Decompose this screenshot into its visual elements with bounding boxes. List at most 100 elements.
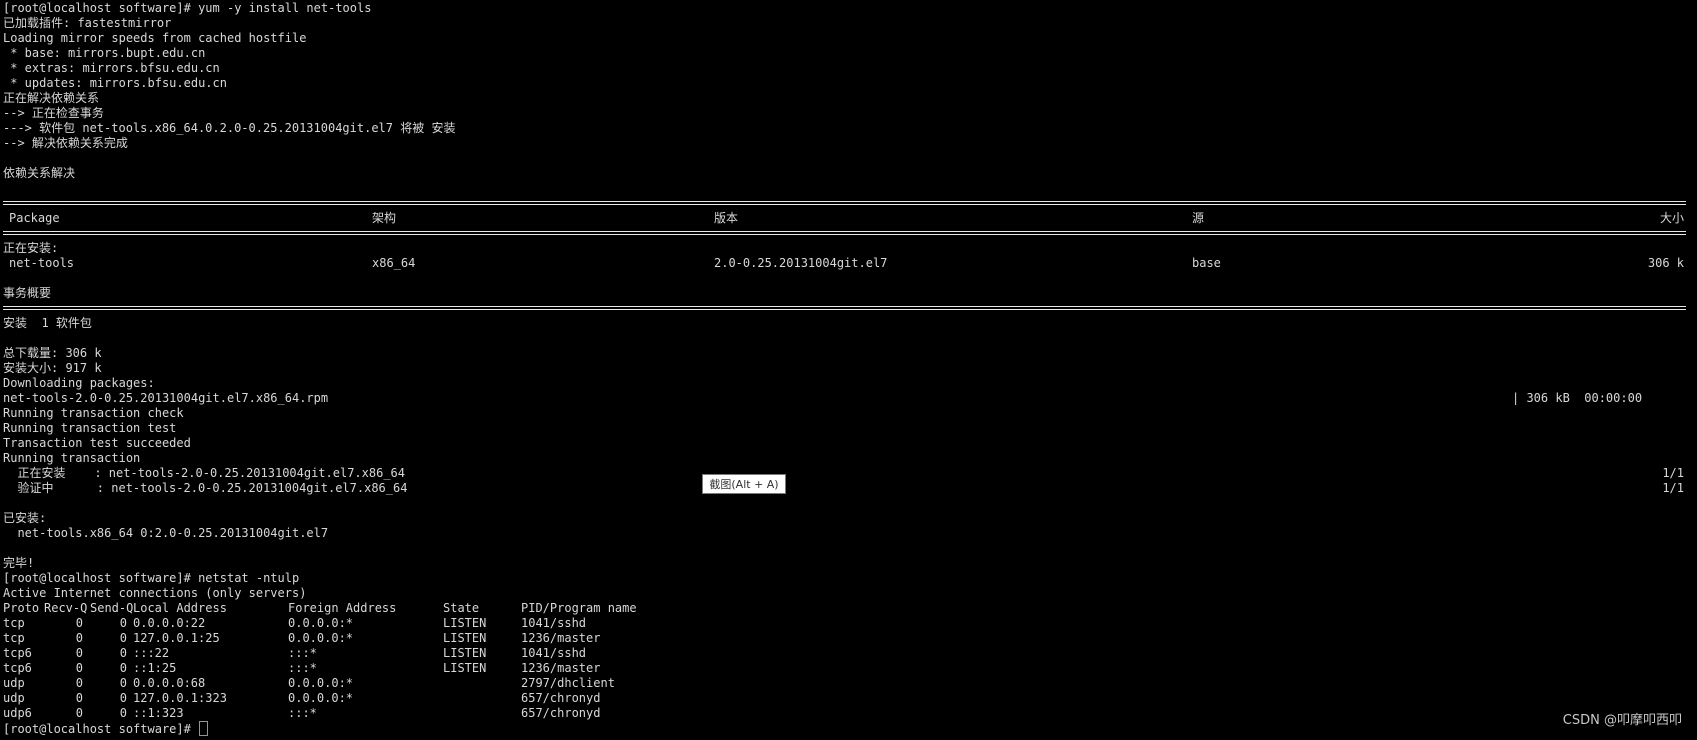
netstat-cell-local: 0.0.0.0:22 [133,616,206,630]
netstat-cell-foreign: :::* [288,661,317,675]
netstat-cell-proto: tcp [3,616,25,630]
terminal-line: Transaction test succeeded [3,436,191,450]
row-size: 306 k [1647,256,1684,270]
netstat-row: udp 0 0 127.0.0.1:323 0.0.0.0:* 657/chronyd [3,691,1694,706]
terminal-line: 总下载量: 306 k [3,346,102,360]
terminal-window[interactable]: [root@localhost software]# yum -y instal… [3,1,1694,736]
netstat-cell-foreign: :::* [288,706,317,720]
terminal-line: * extras: mirrors.bfsu.edu.cn [3,61,220,75]
terminal-line: net-tools.x86_64 0:2.0-0.25.20131004git.… [3,526,329,540]
terminal-line: Running transaction check [3,406,184,420]
netstat-row: udp6 0 0::1:323:::* 657/chronyd [3,706,1694,721]
header-version: 版本 [714,211,739,225]
netstat-col-sendq: Send-Q [90,601,134,615]
netstat-col-state: State [443,601,480,615]
terminal-line: Running transaction [3,451,141,465]
netstat-col-foreign: Foreign Address [288,601,397,615]
netstat-row: tcp6 0 0:::22:::* LISTEN 1041/sshd [3,646,1694,661]
netstat-cell-local: ::1:323 [133,706,184,720]
netstat-cell-sendq: 0 [119,706,127,720]
install-step-text: 正在安装 : net-tools-2.0-0.25.20131004git.el… [3,466,406,480]
terminal-line: 正在解决依赖关系 [3,91,100,105]
netstat-cell-sendq: 0 [119,616,127,630]
netstat-cell-proto: tcp6 [3,646,32,660]
separator-rule [3,301,1694,316]
install-step-count: 1/1 [1662,466,1684,480]
netstat-cell-local: 127.0.0.1:25 [133,631,220,645]
verify-step-text: 验证中 : net-tools-2.0-0.25.20131004git.el7… [3,481,408,495]
netstat-cell-recvq: 0 [75,616,83,630]
netstat-cell-sendq: 0 [119,631,127,645]
separator-rule [3,196,1694,211]
terminal-prompt-line: [root@localhost software]# [3,721,1694,736]
terminal-line: 事务概要 [3,286,52,300]
download-progress-line: net-tools-2.0-0.25.20131004git.el7.x86_6… [3,391,1694,406]
row-version: 2.0-0.25.20131004git.el7 [714,256,888,270]
terminal-line: [root@localhost software]# yum -y instal… [3,1,372,15]
netstat-cell-proto: udp [3,691,25,705]
header-package: Package [9,211,60,225]
netstat-cell-pid: 1236/master [521,661,601,675]
netstat-cell-sendq: 0 [119,661,127,675]
terminal-line: --> 解决依赖关系完成 [3,136,128,150]
cursor [199,721,209,736]
terminal-line: 完毕! [3,556,35,570]
netstat-cell-recvq: 0 [75,691,83,705]
row-arch: x86_64 [372,256,416,270]
terminal-line: 依赖关系解决 [3,166,76,180]
netstat-cell-foreign: 0.0.0.0:* [288,616,354,630]
header-repo: 源 [1192,211,1205,225]
terminal-line: --> 正在检查事务 [3,106,104,120]
install-step-line: 正在安装 : net-tools-2.0-0.25.20131004git.el… [3,466,1694,481]
netstat-cell-state: LISTEN [443,616,487,630]
netstat-cell-pid: 1041/sshd [521,616,587,630]
package-table-row: net-tools x86_64 2.0-0.25.20131004git.el… [3,256,1694,271]
prompt-text: [root@localhost software]# [3,722,199,736]
netstat-col-proto: Proto [3,601,40,615]
netstat-col-local: Local Address [133,601,227,615]
separator-rule [3,226,1694,241]
terminal-line: 已加载插件: fastestmirror [3,16,172,30]
netstat-cell-local: :::22 [133,646,170,660]
terminal-line: 安装 1 软件包 [3,316,92,330]
netstat-cell-foreign: 0.0.0.0:* [288,676,354,690]
terminal-line: ---> 软件包 net-tools.x86_64.0.2.0-0.25.201… [3,121,456,135]
netstat-cell-recvq: 0 [75,631,83,645]
terminal-line: Running transaction test [3,421,177,435]
netstat-col-recvq: Recv-Q [44,601,88,615]
netstat-cell-sendq: 0 [119,676,127,690]
netstat-cell-recvq: 0 [75,706,83,720]
netstat-cell-local: 0.0.0.0:68 [133,676,206,690]
terminal-line: [root@localhost software]# netstat -ntul… [3,571,300,585]
package-table-header: Package 架构 版本 源 大小 [3,211,1694,226]
verify-step-line: 验证中 : net-tools-2.0-0.25.20131004git.el7… [3,481,1694,496]
netstat-cell-foreign: 0.0.0.0:* [288,691,354,705]
netstat-cell-pid: 2797/dhclient [521,676,615,690]
netstat-cell-recvq: 0 [75,676,83,690]
header-arch: 架构 [372,211,397,225]
netstat-row: tcp6 0 0::1:25:::* LISTEN 1236/master [3,661,1694,676]
netstat-row: udp 0 0 0.0.0.0:68 0.0.0.0:* 2797/dhclient [3,676,1694,691]
netstat-cell-pid: 1236/master [521,631,601,645]
netstat-cell-recvq: 0 [75,646,83,660]
rpm-filename: net-tools-2.0-0.25.20131004git.el7.x86_6… [3,391,329,405]
netstat-header: Proto Recv-Q Send-Q Local Address Foreig… [3,601,1694,616]
terminal-line: Downloading packages: [3,376,155,390]
netstat-col-pid: PID/Program name [521,601,637,615]
screenshot-tooltip: 截图(Alt + A) [702,474,786,494]
netstat-cell-state: LISTEN [443,661,487,675]
netstat-cell-pid: 1041/sshd [521,646,587,660]
terminal-line: * updates: mirrors.bfsu.edu.cn [3,76,227,90]
row-package: net-tools [9,256,75,270]
header-size: 大小 [1659,211,1684,225]
terminal-line: * base: mirrors.bupt.edu.cn [3,46,206,60]
terminal-line: Active Internet connections (only server… [3,586,307,600]
netstat-row: tcp 0 0 0.0.0.0:22 0.0.0.0:* LISTEN 1041/sshd [3,616,1694,631]
netstat-cell-local: ::1:25 [133,661,177,675]
